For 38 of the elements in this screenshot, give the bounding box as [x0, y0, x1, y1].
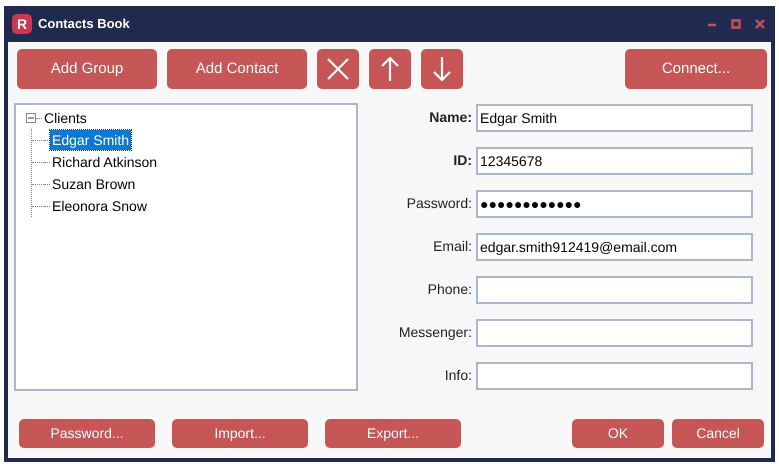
delete-button[interactable] [317, 49, 359, 89]
field-label: Email: [432, 237, 473, 256]
maximize-icon[interactable] [731, 19, 741, 29]
toolbar-button[interactable]: Add Contact [167, 49, 307, 89]
tree-item[interactable]: Suzan Brown [50, 174, 138, 194]
toolbar-button[interactable]: Connect... [625, 49, 767, 89]
field-label: Messenger: [398, 323, 473, 342]
tree-item[interactable]: Clients [42, 108, 89, 128]
footer-button[interactable]: OK [572, 419, 664, 448]
text-field[interactable]: edgar.smith912419@email.com [476, 232, 753, 260]
arrow-down-icon [432, 56, 452, 82]
field-label: Name: [428, 108, 473, 127]
footer-button[interactable]: Import... [172, 419, 308, 448]
window-title: Contacts Book [38, 15, 130, 34]
field-label: ID: [452, 151, 473, 170]
down-button[interactable] [421, 49, 463, 89]
text-field[interactable]: Edgar Smith [476, 104, 753, 132]
arrow-up-icon [380, 56, 400, 82]
close-icon [326, 57, 350, 81]
field-label: Password: [406, 194, 473, 213]
footer-button[interactable]: Password... [19, 419, 155, 448]
collapse-icon[interactable] [26, 113, 36, 123]
footer-button[interactable]: Cancel [672, 419, 764, 448]
field-label: Info: [444, 366, 473, 385]
tree-item[interactable]: Edgar Smith [50, 130, 132, 150]
field-label: Phone: [426, 280, 473, 299]
text-field[interactable] [476, 318, 753, 346]
close-icon[interactable] [755, 19, 765, 29]
app-logo: R [12, 14, 32, 34]
text-field[interactable] [476, 362, 753, 390]
toolbar-button[interactable]: Add Group [17, 49, 157, 89]
text-field[interactable]: ●●●●●●●●●●●● [476, 190, 753, 218]
tree-item[interactable]: Eleonora Snow [50, 196, 149, 216]
text-field[interactable]: 12345678 [476, 146, 753, 174]
footer-button[interactable]: Export... [325, 419, 461, 448]
tree-item[interactable]: Richard Atkinson [50, 152, 160, 172]
up-button[interactable] [369, 49, 411, 89]
text-field[interactable] [476, 276, 753, 304]
